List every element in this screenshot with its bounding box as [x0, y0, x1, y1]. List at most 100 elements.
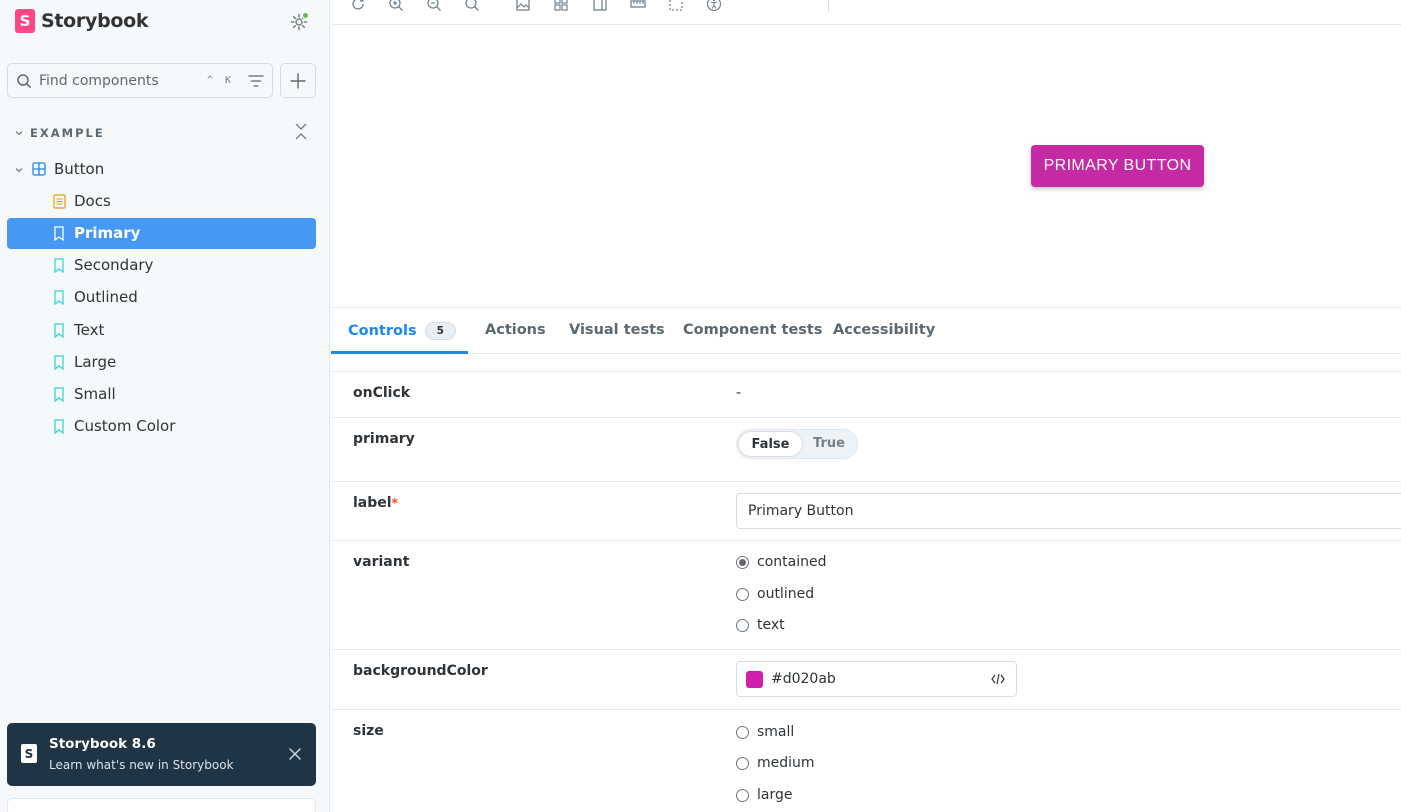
story-canvas: PRIMARY BUTTON: [331, 25, 1401, 307]
accessibility-icon[interactable]: [706, 0, 722, 12]
control-name: primary: [353, 431, 415, 447]
search-icon: [17, 73, 31, 88]
tab-component-tests[interactable]: Component tests: [683, 322, 822, 338]
chevron-down-icon: [15, 168, 23, 173]
grid-icon[interactable]: [553, 0, 569, 12]
viewport-icon[interactable]: [592, 0, 608, 12]
component-icon: [32, 162, 46, 176]
docs-icon: [53, 194, 66, 209]
sidebar-item-label: Small: [74, 385, 116, 403]
radio-button[interactable]: [736, 587, 749, 601]
chevron-down-icon: [15, 131, 23, 136]
sidebar-item-large[interactable]: Large: [7, 347, 316, 378]
control-value: -: [736, 385, 742, 401]
sidebar-item-custom-color[interactable]: Custom Color: [7, 411, 316, 442]
sidebar-item-small[interactable]: Small: [7, 379, 316, 410]
addons-panel: Controls 5 Actions Visual tests Component…: [331, 307, 1401, 812]
tab-actions[interactable]: Actions: [485, 322, 546, 338]
notification-title: Storybook 8.6: [49, 736, 156, 752]
preview-toolbar: [331, 0, 1401, 25]
search-field[interactable]: Find components ^ K: [7, 63, 273, 98]
tab-accessibility[interactable]: Accessibility: [833, 322, 935, 338]
control-row-onclick: onClick -: [331, 371, 1401, 417]
tab-visual-tests[interactable]: Visual tests: [569, 322, 665, 338]
search-shortcut: ^ K: [206, 75, 234, 86]
toolbar-divider: [828, 0, 829, 12]
update-indicator: [302, 12, 309, 19]
sidebar-item-text[interactable]: Text: [7, 315, 316, 346]
control-name: backgroundColor: [353, 663, 488, 679]
sidebar-group-label: EXAMPLE: [30, 126, 105, 140]
brand[interactable]: S Storybook: [15, 9, 149, 33]
plus-icon: [290, 72, 306, 89]
required-mark: *: [391, 496, 398, 510]
sidebar-item-label: Primary: [74, 224, 141, 242]
whats-new-notification[interactable]: S Storybook 8.6 Learn what's new in Stor…: [7, 723, 316, 786]
sidebar-item-label: Large: [74, 353, 117, 371]
control-name: size: [353, 723, 384, 739]
brand-name: Storybook: [41, 10, 149, 32]
primary-boolean-toggle[interactable]: False True: [736, 429, 858, 459]
bookmark-icon: [54, 290, 64, 305]
variant-radio-outlined[interactable]: outlined: [736, 586, 814, 602]
size-radio-small[interactable]: small: [736, 724, 794, 740]
control-name: variant: [353, 554, 410, 570]
sidebar-footer-panel: [7, 798, 316, 812]
sidebar-item-button[interactable]: Button: [7, 154, 316, 185]
filter-icon[interactable]: [248, 74, 264, 88]
outline-icon[interactable]: [668, 0, 684, 12]
active-tab-indicator: [331, 351, 468, 354]
controls-count-badge: 5: [424, 322, 456, 340]
background-color-input[interactable]: #d020ab: [736, 661, 1017, 697]
bookmark-icon: [54, 323, 64, 338]
collapse-all-icon[interactable]: [294, 121, 308, 141]
control-row-variant: variant contained outlined text: [331, 540, 1401, 649]
color-value[interactable]: #d020ab: [771, 671, 991, 687]
sidebar-item-label: Secondary: [74, 256, 154, 274]
size-radio-large[interactable]: large: [736, 787, 792, 803]
sidebar-item-label: Custom Color: [74, 417, 176, 435]
primary-button-preview[interactable]: PRIMARY BUTTON: [1031, 145, 1204, 187]
sidebar-item-outlined[interactable]: Outlined: [7, 282, 316, 313]
add-story-button[interactable]: [280, 63, 316, 98]
radio-button[interactable]: [736, 555, 749, 569]
measure-icon[interactable]: [630, 0, 646, 12]
sidebar-group-example[interactable]: EXAMPLE: [14, 121, 314, 142]
search-input[interactable]: Find components: [39, 73, 207, 89]
bookmark-icon: [54, 355, 64, 370]
radio-button[interactable]: [736, 618, 749, 632]
tab-controls[interactable]: Controls 5: [348, 322, 456, 340]
size-radio-medium[interactable]: medium: [736, 755, 815, 771]
close-icon[interactable]: [288, 747, 302, 761]
sidebar: S Storybook Find components ^ K EXAMPLE …: [0, 0, 330, 812]
control-row-size: size small medium large: [331, 709, 1401, 812]
zoom-in-icon[interactable]: [388, 0, 404, 12]
control-row-background-color: backgroundColor #d020ab: [331, 649, 1401, 709]
code-icon[interactable]: [991, 673, 1005, 685]
tab-label: Controls: [348, 323, 417, 339]
bookmark-icon: [54, 387, 64, 402]
control-name: onClick: [353, 385, 411, 401]
radio-button[interactable]: [736, 788, 749, 802]
settings-gear-icon[interactable]: [290, 12, 309, 31]
zoom-reset-icon[interactable]: [464, 0, 480, 12]
toggle-false-option[interactable]: False: [738, 431, 803, 457]
notification-subtitle: Learn what's new in Storybook: [49, 758, 234, 772]
background-icon[interactable]: [515, 0, 531, 12]
toggle-true-option[interactable]: True: [813, 436, 845, 451]
sidebar-item-label: Text: [74, 321, 105, 339]
storybook-logo-icon: S: [21, 744, 37, 763]
radio-button[interactable]: [736, 756, 749, 770]
variant-radio-text[interactable]: text: [736, 617, 785, 633]
sidebar-item-primary[interactable]: Primary: [7, 218, 316, 249]
radio-button[interactable]: [736, 725, 749, 739]
sidebar-item-docs[interactable]: Docs: [7, 186, 316, 217]
bookmark-icon: [54, 226, 64, 241]
zoom-out-icon[interactable]: [426, 0, 442, 12]
label-text-input[interactable]: [736, 493, 1401, 529]
reload-icon[interactable]: [350, 0, 366, 12]
color-swatch[interactable]: [746, 670, 763, 688]
variant-radio-contained[interactable]: contained: [736, 554, 826, 570]
sidebar-item-secondary[interactable]: Secondary: [7, 250, 316, 281]
addon-tabs: Controls 5 Actions Visual tests Component…: [331, 308, 1401, 354]
